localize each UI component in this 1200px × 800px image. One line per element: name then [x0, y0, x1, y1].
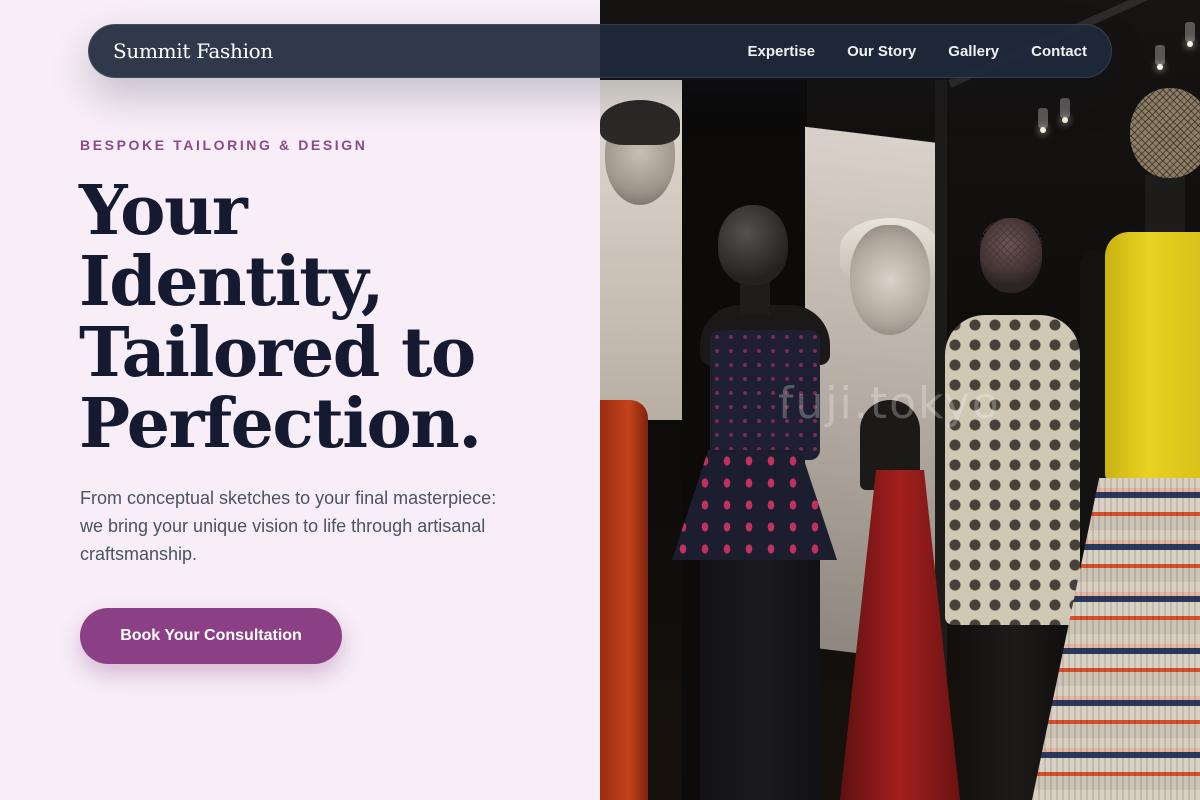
- portrait-hair-left: [600, 100, 680, 145]
- book-consultation-button[interactable]: Book Your Consultation: [80, 608, 342, 664]
- page: BESPOKE TAILORING & DESIGN Your Identity…: [0, 0, 1200, 800]
- yellow-top: [1105, 232, 1200, 482]
- navy-dress-mannequin-legs: [700, 560, 820, 800]
- headline-line: Perfection.: [79, 384, 482, 464]
- lace-mannequin-veil: [980, 218, 1042, 273]
- cutout-lace-top: [945, 315, 1080, 625]
- nav-link-our-story[interactable]: Our Story: [847, 43, 916, 60]
- headline-line: Identity,: [79, 242, 384, 322]
- navy-dress-mannequin-head: [718, 205, 788, 285]
- spotlight-icon: [1155, 45, 1165, 70]
- spotlight-icon: [1060, 98, 1070, 123]
- nav-link-expertise[interactable]: Expertise: [748, 43, 816, 60]
- portrait-face-center: [850, 225, 930, 335]
- hero-text-panel: BESPOKE TAILORING & DESIGN Your Identity…: [0, 0, 600, 800]
- nav-link-gallery[interactable]: Gallery: [948, 43, 999, 60]
- brand-logo[interactable]: Summit Fashion: [113, 39, 273, 63]
- yellow-mannequin-head: [1130, 88, 1200, 178]
- headline-line: Your: [79, 171, 248, 251]
- spotlight-icon: [1185, 22, 1195, 47]
- nav-link-contact[interactable]: Contact: [1031, 43, 1087, 60]
- hero-headline: Your Identity, Tailored to Perfection.: [79, 176, 589, 460]
- red-dress-mannequin: [600, 400, 648, 800]
- hero-eyebrow: BESPOKE TAILORING & DESIGN: [80, 137, 368, 153]
- image-watermark: fuji.tokyo: [778, 378, 1001, 429]
- navbar: Summit Fashion Expertise Our Story Galle…: [88, 24, 1112, 78]
- hero-subtext: From conceptual sketches to your final m…: [80, 488, 497, 564]
- headline-line: Tailored to: [79, 313, 476, 393]
- spotlight-icon: [1038, 108, 1048, 133]
- nav-links: Expertise Our Story Gallery Contact: [748, 43, 1087, 60]
